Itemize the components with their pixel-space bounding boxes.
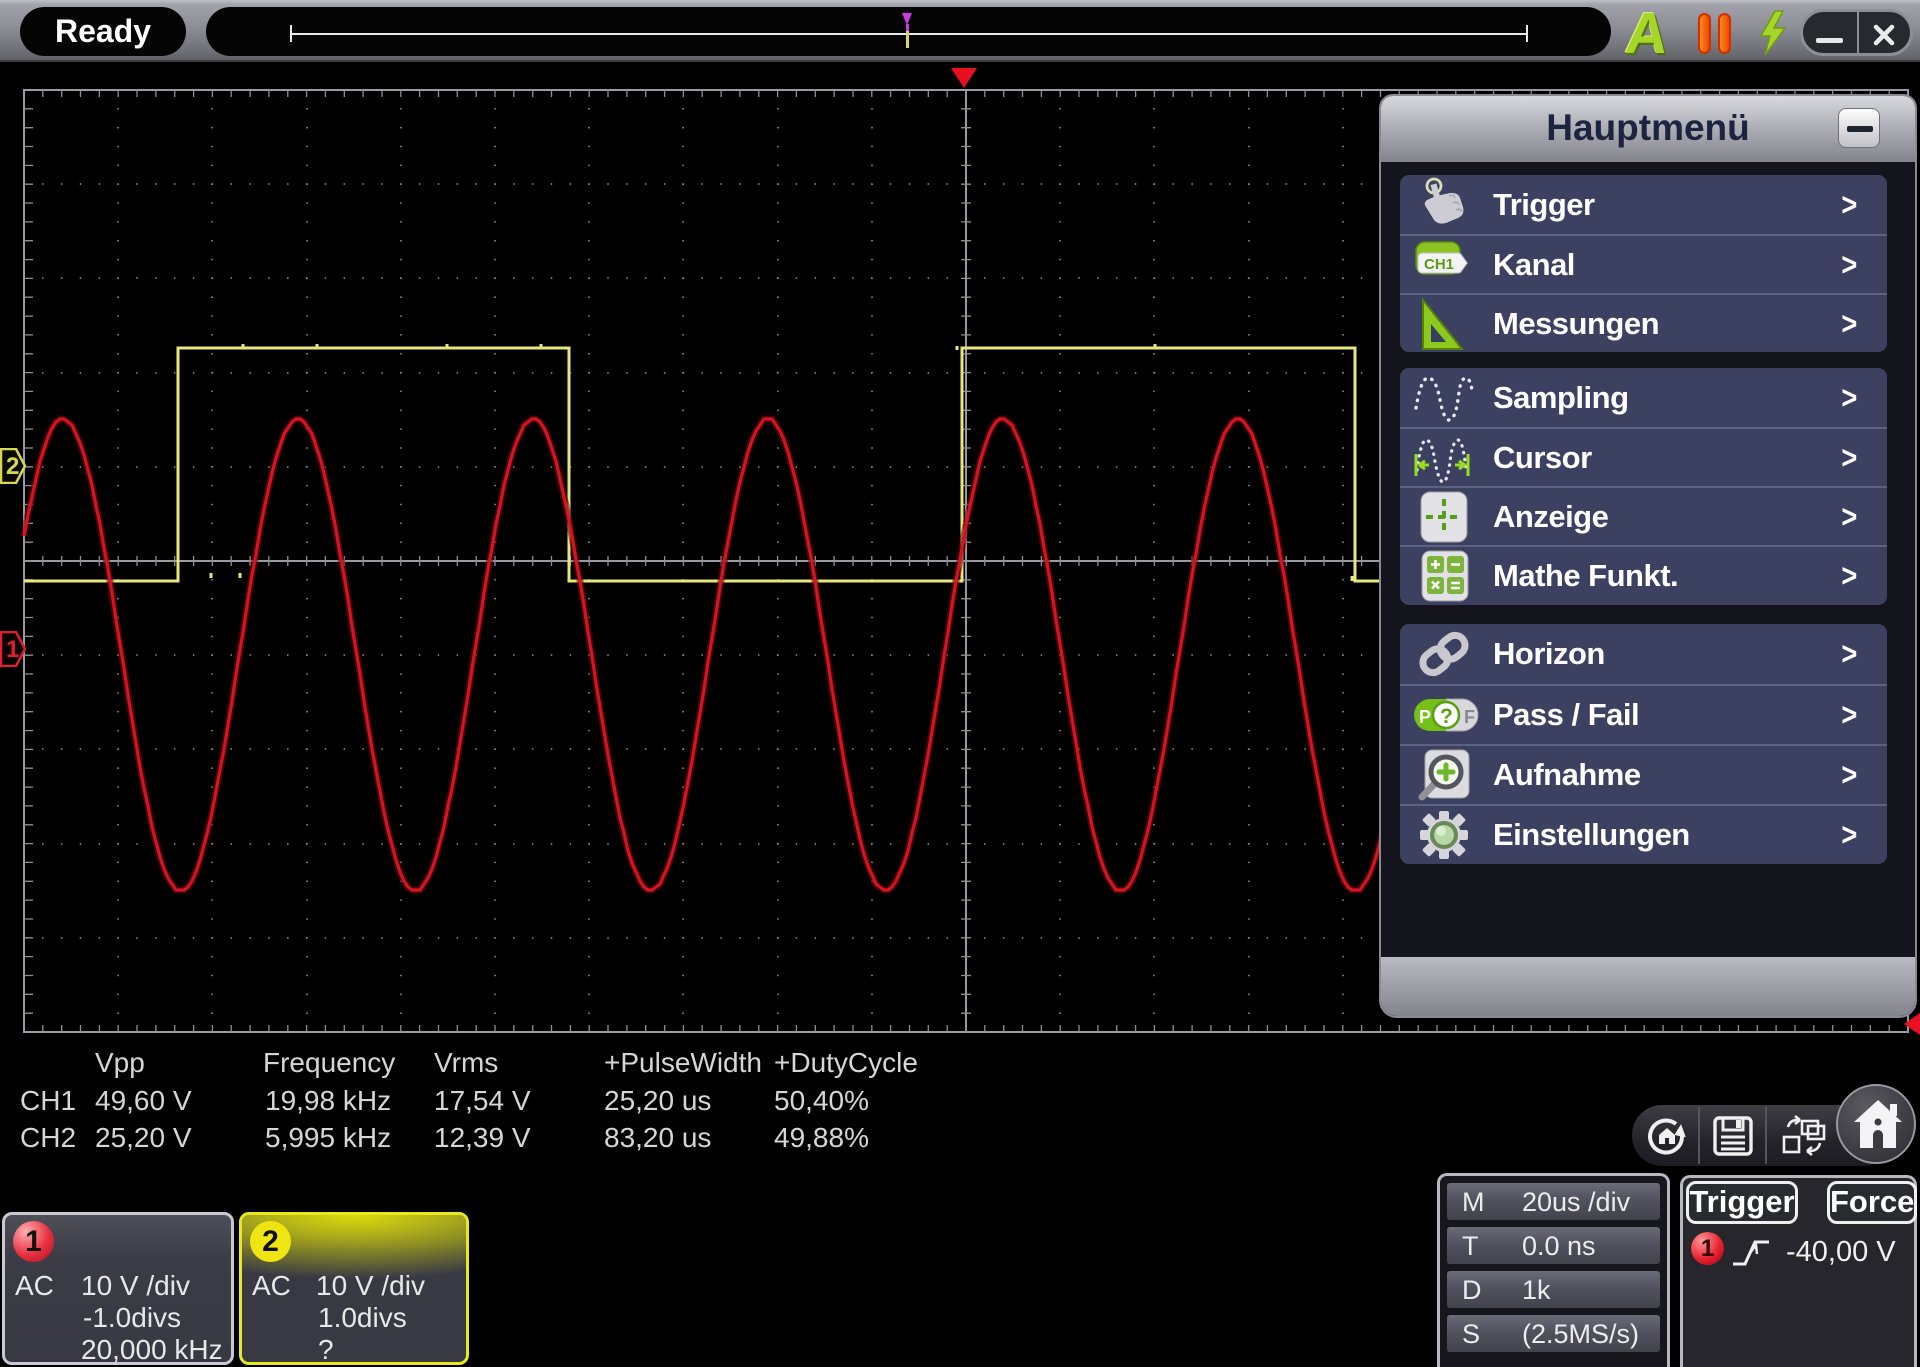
svg-text:2: 2 — [6, 453, 19, 480]
svg-text:?: ? — [1440, 705, 1453, 728]
svg-text:1: 1 — [6, 636, 19, 663]
svg-text:F: F — [1464, 707, 1475, 727]
svg-text:CH1: CH1 — [1424, 256, 1454, 273]
svg-text:P: P — [1419, 707, 1431, 727]
